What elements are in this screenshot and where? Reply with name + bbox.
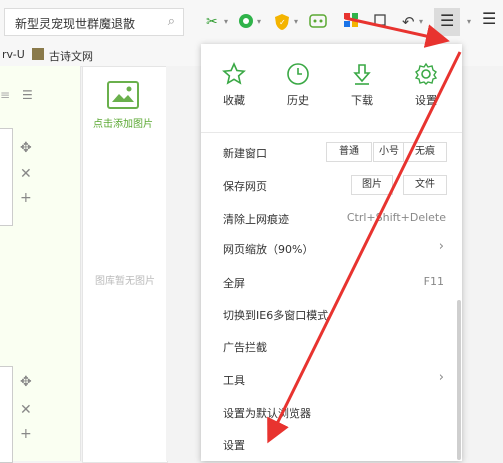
apps-icon[interactable] (344, 13, 358, 32)
page-left-panel: ≡ ☰ ✥ ✕ + ✥ ✕ + (0, 66, 81, 463)
move-icon[interactable]: ✥ (20, 140, 32, 156)
bookmark-item[interactable]: rv-U (2, 48, 25, 61)
save-page-label: 保存网页 (223, 180, 267, 193)
tools-label: 工具 (223, 374, 245, 387)
dropdown-arrow-icon[interactable]: ▾ (224, 13, 228, 31)
history-button[interactable]: 历史 (273, 62, 323, 108)
browser-main-menu: 收藏 历史 下载 设置 新建窗口 普通 小号 无痕 保存网页 图片 文件 清除上… (201, 44, 462, 461)
chevron-right-icon: › (438, 239, 444, 254)
dropdown-arrow-icon[interactable]: ▾ (467, 13, 471, 31)
shield-icon[interactable]: ✓ (274, 13, 290, 36)
add-image-label: 点击添加图片 (93, 119, 153, 130)
menu-item-settings[interactable]: 设置 (201, 432, 462, 456)
menu-button[interactable]: ☰ (434, 8, 460, 36)
address-bar[interactable]: 新型灵宠现世群魔退散 ⌕ (4, 8, 184, 36)
menu-top-icons: 收藏 历史 下载 设置 (201, 44, 462, 124)
chevron-right-icon: › (438, 370, 444, 385)
history-label: 历史 (287, 94, 309, 107)
settings-icon-button[interactable]: 设置 (401, 62, 451, 108)
new-window-incognito-button[interactable]: 无痕 (403, 142, 447, 162)
menu-icon: ☰ (440, 11, 455, 30)
clock-icon (287, 63, 309, 85)
dropdown-arrow-icon[interactable]: ▾ (257, 13, 261, 31)
save-as-file-button[interactable]: 文件 (403, 175, 447, 195)
favorites-button[interactable]: 收藏 (209, 62, 259, 108)
adblock-label: 广告拦截 (223, 341, 267, 354)
bookmark-item[interactable]: 古诗文网 (49, 48, 93, 64)
scissors-icon[interactable]: ✂ (206, 13, 218, 31)
menu-item-fullscreen[interactable]: 全屏 F11 (201, 270, 462, 294)
image-panel: 点击添加图片 图库暂无图片 (82, 66, 168, 463)
list-icon[interactable]: ☰ (22, 88, 33, 102)
menu-item-ie6-mode[interactable]: 切换到IE6多窗口模式 (201, 302, 462, 326)
favorites-label: 收藏 (223, 94, 245, 107)
settings-label: 设置 (415, 94, 437, 107)
close-icon[interactable]: ✕ (20, 166, 32, 182)
clear-history-label: 清除上网痕迹 (223, 213, 289, 226)
menu-item-new-window: 新建窗口 普通 小号 无痕 (201, 140, 462, 164)
content-block (0, 128, 13, 226)
new-window-small-button[interactable]: 小号 (373, 142, 404, 162)
plus-icon[interactable]: + (20, 426, 32, 442)
default-browser-label: 设置为默认浏览器 (223, 407, 311, 420)
dropdown-arrow-icon[interactable]: ▾ (294, 13, 298, 31)
bookmark-favicon-icon (32, 48, 44, 60)
fullscreen-label: 全屏 (223, 277, 245, 290)
menu-item-save-page: 保存网页 图片 文件 (201, 173, 462, 197)
ie6-mode-label: 切换到IE6多窗口模式 (223, 309, 329, 322)
scrollbar[interactable] (457, 300, 461, 460)
undo-icon[interactable]: ↶ (402, 13, 415, 31)
divider (201, 132, 462, 133)
content-block (0, 366, 13, 463)
move-icon[interactable]: ✥ (20, 374, 32, 390)
browser-toolbar: 新型灵宠现世群魔退散 ⌕ ✂ ▾ ▾ ✓ ▾ ↶ ▾ ☰ ▾ ☰ (0, 0, 503, 45)
no-image-text: 图库暂无图片 (95, 276, 155, 287)
green-circle-icon[interactable] (238, 13, 254, 34)
list-icon: ≡ (0, 88, 11, 102)
image-icon (107, 81, 139, 109)
new-window-label: 新建窗口 (223, 147, 267, 160)
menu-item-tools[interactable]: 工具 › (201, 367, 462, 391)
star-icon (222, 62, 246, 85)
add-image-button[interactable]: 点击添加图片 (93, 81, 153, 130)
zoom-label: 网页缩放（90%） (223, 243, 314, 256)
save-as-image-button[interactable]: 图片 (351, 175, 393, 195)
more-menu-icon[interactable]: ☰ (482, 10, 496, 28)
menu-item-zoom[interactable]: 网页缩放（90%） › (201, 236, 462, 260)
search-icon[interactable]: ⌕ (168, 14, 175, 29)
clear-history-shortcut: Ctrl+Shift+Delete (346, 211, 446, 224)
menu-item-adblock[interactable]: 广告拦截 (201, 334, 462, 358)
window-icon[interactable] (374, 13, 386, 31)
fullscreen-shortcut: F11 (423, 275, 444, 288)
new-window-normal-button[interactable]: 普通 (326, 142, 372, 162)
address-text: 新型灵宠现世群魔退散 (15, 17, 136, 31)
menu-item-clear-history[interactable]: 清除上网痕迹 Ctrl+Shift+Delete (201, 206, 462, 230)
close-icon[interactable]: ✕ (20, 402, 32, 418)
game-icon[interactable] (309, 13, 327, 34)
downloads-button[interactable]: 下载 (337, 62, 387, 108)
download-icon (353, 64, 371, 85)
gear-icon (414, 62, 438, 85)
downloads-label: 下载 (351, 94, 373, 107)
menu-item-default-browser[interactable]: 设置为默认浏览器 (201, 400, 462, 424)
svg-text:✓: ✓ (279, 18, 286, 27)
dropdown-arrow-icon[interactable]: ▾ (419, 13, 423, 31)
settings-menu-label: 设置 (223, 439, 245, 452)
plus-icon[interactable]: + (20, 190, 32, 206)
